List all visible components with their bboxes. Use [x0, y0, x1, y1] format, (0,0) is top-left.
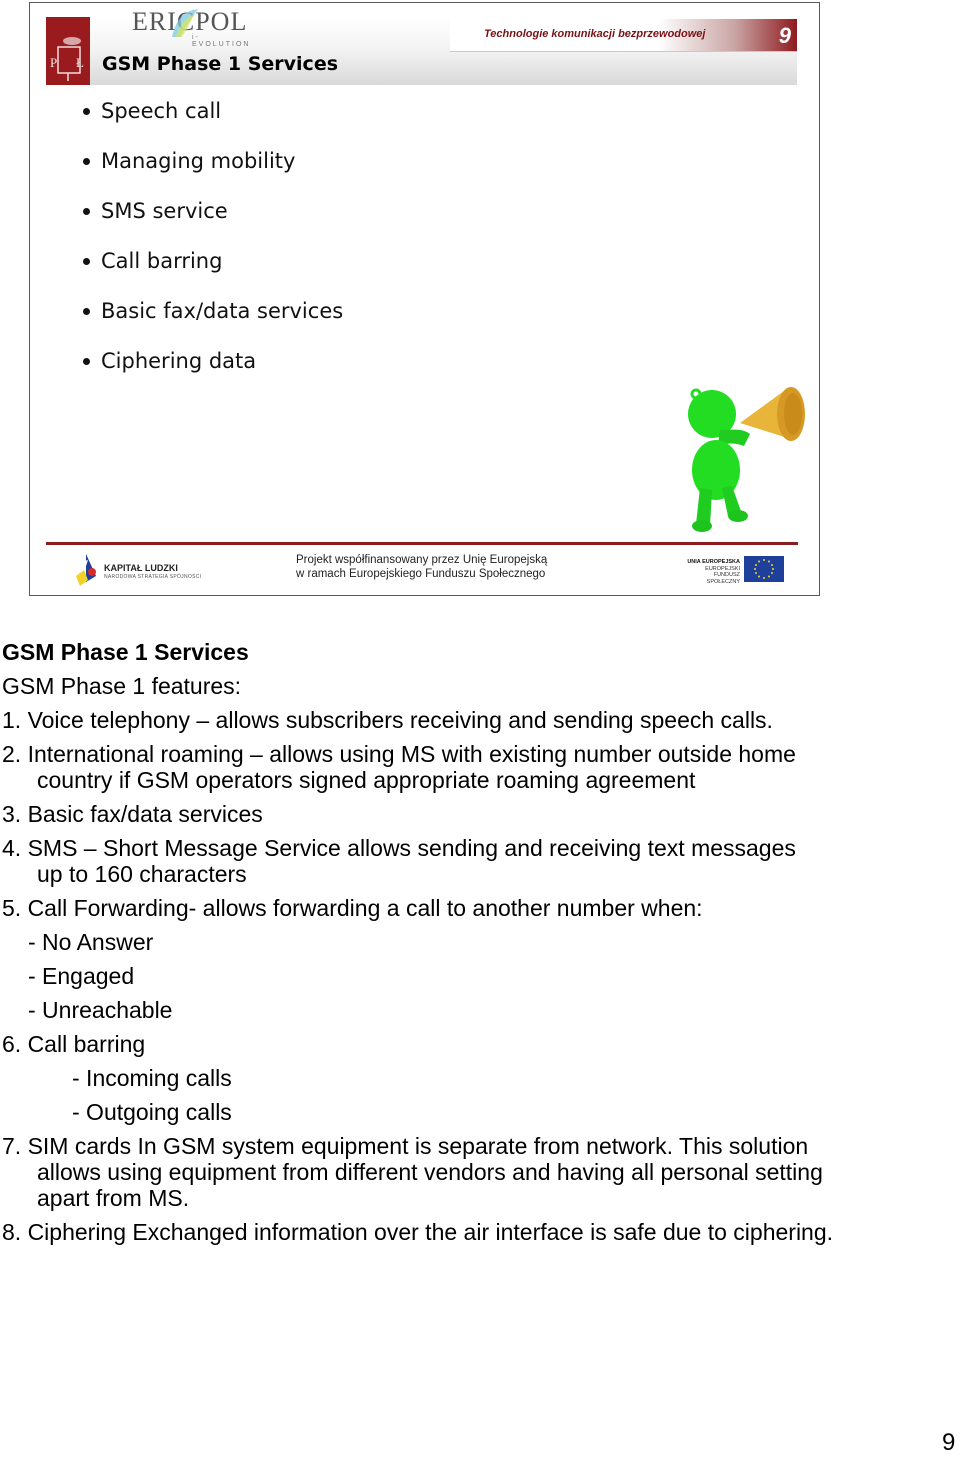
bullet-item: Call barring	[80, 245, 343, 295]
slide-number: 9	[778, 23, 791, 48]
svg-text:Ł: Ł	[76, 55, 84, 70]
page-number: 9	[942, 1429, 956, 1456]
bullet-dot-icon	[83, 158, 90, 165]
notes-line: 2. International roaming – allows using …	[2, 741, 796, 767]
bullet-item: Ciphering data	[80, 345, 343, 395]
bullet-item: Managing mobility	[80, 145, 343, 195]
notes-line: 3. Basic fax/data services	[2, 801, 263, 827]
bullet-dot-icon	[83, 258, 90, 265]
notes-line: country if GSM operators signed appropri…	[37, 767, 696, 793]
bullet-dot-icon	[83, 108, 90, 115]
funding-line-2: w ramach Europejskiego Funduszu Społeczn…	[296, 568, 546, 580]
course-bar: Technologie komunikacji bezprzewodowej 9	[450, 19, 797, 52]
bullet-text: Speech call	[101, 99, 222, 123]
kapital-ludzki-subtitle: NARODOWA STRATEGIA SPÓJNOŚCI	[104, 574, 202, 580]
funding-line-1: Projekt współfinansowany przez Unię Euro…	[296, 554, 548, 566]
kapital-ludzki-title: KAPITAŁ LUDZKI	[104, 563, 178, 573]
notes-line: - Unreachable	[28, 997, 173, 1023]
notes-intro: GSM Phase 1 features:	[2, 673, 242, 699]
notes-line: - Incoming calls	[72, 1065, 232, 1091]
bullet-dot-icon	[83, 208, 90, 215]
notes-line: - Outgoing calls	[72, 1099, 232, 1125]
bullet-item: Basic fax/data services	[80, 295, 343, 345]
footer-divider	[46, 542, 798, 545]
bullet-text: SMS service	[101, 199, 228, 223]
notes-line: 4. SMS – Short Message Service allows se…	[2, 835, 796, 861]
notes-title: GSM Phase 1 Services	[2, 639, 249, 665]
kapital-ludzki-logo-icon	[76, 554, 96, 586]
notes-line: - Engaged	[28, 963, 135, 989]
ericpol-logo: ERICPOL i-EVOLUTION	[132, 7, 248, 48]
notes-line: 1. Voice telephony – allows subscribers …	[2, 707, 773, 733]
slide: P Ł ERICPOL i-EVOLUTION GSM Phase 1 Serv…	[29, 2, 820, 596]
eu-label-line-3: FUNDUSZ SPOŁECZNY	[706, 572, 740, 585]
slide-title: GSM Phase 1 Services	[102, 53, 339, 75]
notes-line: 7. SIM cards In GSM system equipment is …	[2, 1133, 809, 1159]
funding-notice: Projekt współfinansowany przez Unię Euro…	[296, 553, 547, 581]
bullet-text: Managing mobility	[101, 149, 296, 173]
university-logo: P Ł	[46, 17, 90, 85]
eu-label: UNIA EUROPEJSKA EUROPEJSKI FUNDUSZ SPOŁE…	[684, 559, 740, 585]
notes-line: apart from MS.	[37, 1185, 190, 1211]
notes-line: allows using equipment from different ve…	[37, 1159, 823, 1185]
notes-line: - No Answer	[28, 929, 154, 955]
ericpol-logo-subtitle: i-EVOLUTION	[192, 34, 251, 48]
bullet-dot-icon	[83, 358, 90, 365]
bullet-dot-icon	[83, 308, 90, 315]
notes-line: 6. Call barring	[2, 1031, 146, 1057]
bullet-item: SMS service	[80, 195, 343, 245]
notes-line: 8. Ciphering Exchanged information over …	[2, 1219, 834, 1245]
eu-label-line-1: UNIA EUROPEJSKA	[687, 559, 740, 565]
bullet-item: Speech call	[80, 95, 343, 145]
slide-bullet-list: Speech call Managing mobility SMS servic…	[80, 95, 343, 395]
notes-line: 5. Call Forwarding- allows forwarding a …	[2, 895, 703, 921]
course-name: Technologie komunikacji bezprzewodowej	[484, 28, 706, 40]
eu-flag-icon	[744, 556, 784, 582]
bullet-text: Ciphering data	[101, 349, 257, 373]
notes-line: up to 160 characters	[37, 861, 247, 887]
megaphone-figure-illustration	[688, 387, 805, 532]
svg-text:P: P	[50, 55, 57, 70]
bullet-text: Call barring	[101, 249, 223, 273]
bullet-text: Basic fax/data services	[101, 299, 344, 323]
